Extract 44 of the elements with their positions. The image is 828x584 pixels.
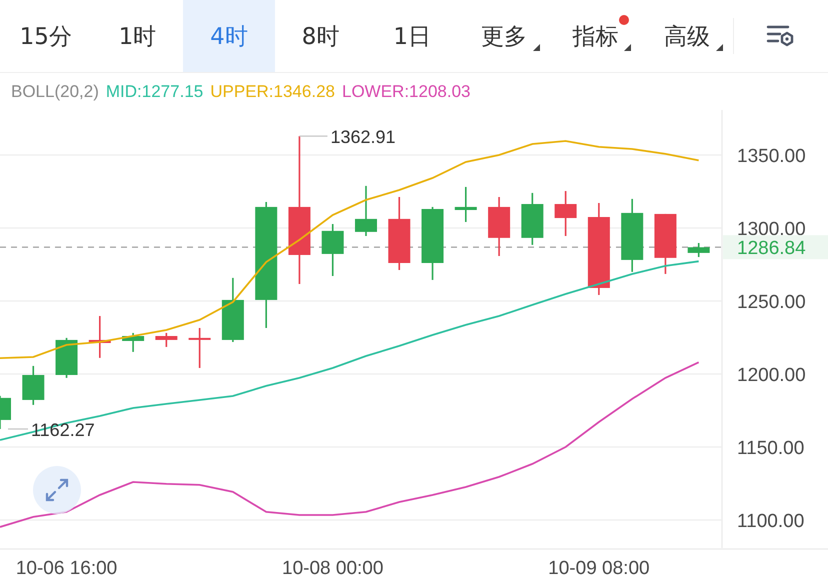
candlestick <box>88 316 111 358</box>
candlestick <box>355 186 377 236</box>
axis-tick-label: 1250.00 <box>737 292 806 313</box>
candlestick <box>56 338 78 378</box>
indicator-value: LOWER:1208.03 <box>342 82 470 102</box>
timeframe-tab[interactable]: 8时 <box>274 0 366 72</box>
candlestick <box>521 192 544 245</box>
axis-tick-label: 1350.00 <box>737 146 806 167</box>
leader-line <box>299 136 328 137</box>
timeframe-tab[interactable]: 高级 <box>641 0 733 72</box>
timeframe-tab[interactable]: 4时 <box>183 0 275 72</box>
candlestick <box>688 243 710 258</box>
indicator-value: MID:1277.15 <box>106 82 204 102</box>
axis-tick-label: 1100.00 <box>737 510 804 532</box>
candlestick <box>0 396 11 429</box>
timeframe-tab[interactable]: 15分 <box>0 0 92 72</box>
candlestick <box>222 278 244 342</box>
axis-tick-label: 10-06 16:00 <box>16 558 118 579</box>
indicator-value: BOLL(20,2) <box>11 82 99 102</box>
candlestick <box>322 224 344 276</box>
price-label: 1162.27 <box>31 420 95 440</box>
axis-tick-label: 1200.00 <box>737 364 806 386</box>
candlestick <box>122 332 144 352</box>
axis-tick-label: 10-08 00:00 <box>282 558 384 579</box>
price-label: 1362.91 <box>330 127 396 148</box>
candlestick <box>488 197 510 256</box>
candlestick <box>188 328 211 368</box>
axis-tick-label: 10-09 08:00 <box>548 558 650 579</box>
expand-button[interactable] <box>33 466 81 514</box>
timeframe-tab[interactable]: 1日 <box>366 0 458 72</box>
candlestick <box>454 186 477 222</box>
ref-line-label: 1286.84 <box>737 238 806 260</box>
candlestick <box>155 332 178 347</box>
timeframe-tab[interactable]: 更多 <box>458 0 550 72</box>
indicator-value: UPPER:1346.28 <box>210 82 335 102</box>
candlestick <box>554 191 577 236</box>
candlestick <box>654 214 676 274</box>
axis-tick-label: 1150.00 <box>737 438 804 459</box>
last-price-tag: 1286.84 <box>723 235 828 260</box>
timeframe-tab[interactable]: 1时 <box>92 0 184 72</box>
candlestick <box>22 366 44 405</box>
timeframe-tab[interactable]: 指标 <box>550 0 642 72</box>
leader-line <box>8 428 28 430</box>
expand-icon <box>44 477 70 503</box>
